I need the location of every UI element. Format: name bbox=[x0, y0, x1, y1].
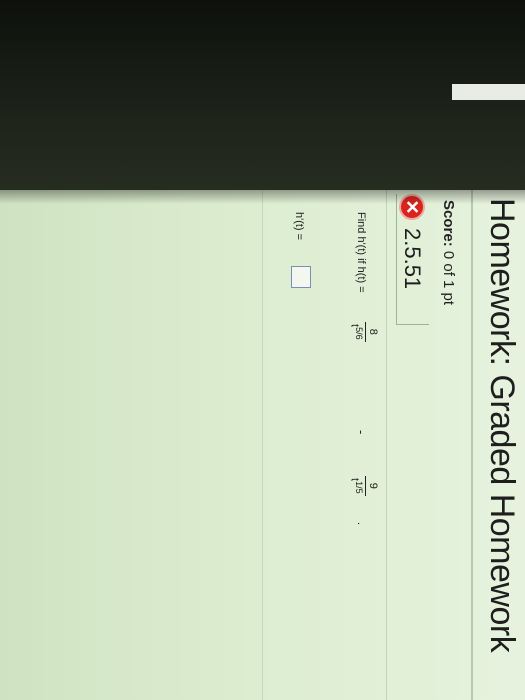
score-value: 0 of 1 pt bbox=[440, 250, 457, 306]
fraction-term-1: 8 t5/6 bbox=[348, 322, 379, 342]
fraction-1-numerator: 8 bbox=[367, 328, 379, 335]
question-number[interactable]: 2.5.51 bbox=[399, 228, 425, 289]
score-row: Score: 0 of 1 pt bbox=[440, 200, 457, 305]
problem-prompt: Find h'(t) if h(t) = bbox=[355, 212, 367, 293]
background-light bbox=[452, 84, 525, 100]
fraction-2-denominator: t1/5 bbox=[348, 478, 364, 494]
score-label: Score: bbox=[440, 200, 457, 247]
page-title: Homework: Graded Homework bbox=[483, 198, 521, 653]
fraction-1-bar bbox=[365, 322, 366, 342]
end-period: . bbox=[355, 522, 367, 526]
fraction-term-2: 9 t1/5 bbox=[348, 476, 379, 496]
answer-label: h'(t) = bbox=[293, 212, 305, 241]
fraction-2-bar bbox=[365, 476, 366, 496]
content-divider bbox=[262, 190, 263, 700]
homework-page: Homework: Graded Homework Score: 0 of 1 … bbox=[0, 190, 525, 700]
background-wall bbox=[0, 0, 525, 190]
screen-edge-shadow bbox=[0, 190, 525, 204]
minus-operator: - bbox=[354, 430, 369, 435]
screen: Homework: Graded Homework Score: 0 of 1 … bbox=[0, 190, 525, 700]
fraction-2-numerator: 9 bbox=[367, 482, 379, 489]
title-divider bbox=[471, 190, 473, 700]
question-divider bbox=[386, 190, 387, 700]
answer-input[interactable] bbox=[291, 266, 311, 288]
fraction-1-denominator: t5/6 bbox=[348, 324, 364, 340]
